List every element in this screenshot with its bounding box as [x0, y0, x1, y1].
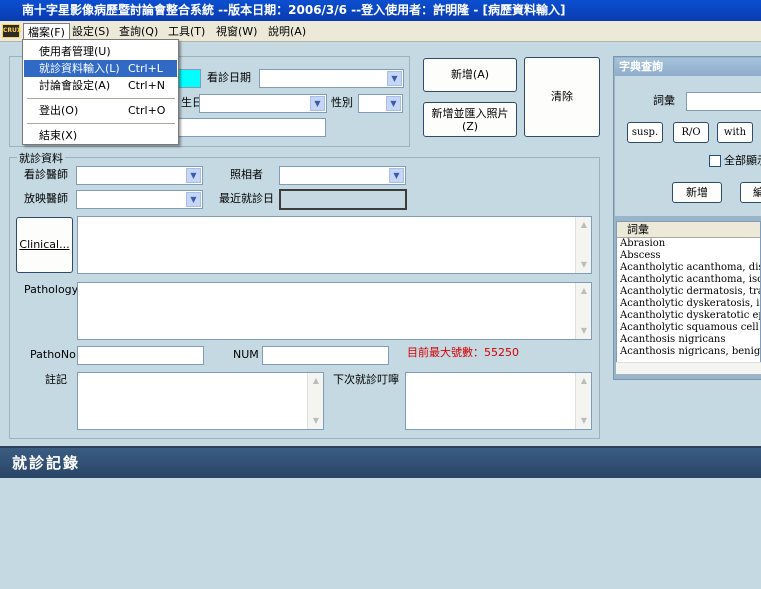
scroll-up-icon[interactable]: ▲ [309, 374, 323, 388]
menu-settings[interactable]: 設定(S) [68, 23, 114, 40]
gender-combo[interactable]: ▼ [358, 94, 403, 113]
visit-date-combo[interactable]: ▼ [259, 69, 404, 88]
list-item[interactable]: Acantholytic dyskeratosis, incidental [617, 298, 760, 310]
pathology-label: Pathology [24, 283, 79, 296]
doctor-combo[interactable]: ▼ [76, 166, 203, 185]
menu-item-conference-settings[interactable]: 討論會設定(A) Ctrl+N [24, 77, 177, 94]
scroll-down-icon[interactable]: ▼ [577, 324, 591, 338]
file-menu-dropdown: 使用者管理(U) 就診資料輸入(L) Ctrl+L 討論會設定(A) Ctrl+… [22, 39, 179, 145]
dictionary-vocab-label: 詞彙 [653, 94, 675, 107]
menu-item-label: 討論會設定(A) [39, 79, 111, 92]
photographer-combo[interactable]: ▼ [279, 166, 406, 185]
chevron-down-icon[interactable]: ▼ [186, 192, 201, 207]
window-title: 南十字星影像病歷暨討論會整合系統 --版本日期：2006/3/6 --登入使用者… [0, 0, 761, 21]
menu-file[interactable]: 檔案(F) [23, 23, 70, 40]
menu-help[interactable]: 說明(A) [264, 23, 310, 40]
next-visit-textarea[interactable]: ▲ ▼ [405, 372, 592, 430]
list-item[interactable]: Acanthosis nigricans [617, 334, 760, 346]
list-item[interactable]: Acantholytic acanthoma, disseminated [617, 262, 760, 274]
menu-item-shortcut: Ctrl+L [128, 62, 163, 75]
visit-date-label: 看診日期 [207, 71, 251, 84]
birthdate-combo[interactable]: ▼ [199, 94, 327, 113]
with-button[interactable]: with [717, 122, 753, 143]
dictionary-term-list[interactable]: 詞彙 Abrasion Abscess Acantholytic acantho… [616, 221, 761, 370]
horizontal-scrollbar[interactable] [616, 362, 761, 374]
menu-query[interactable]: 查詢(Q) [115, 23, 162, 40]
gender-label: 性別 [331, 96, 353, 109]
menu-item-shortcut: Ctrl+O [128, 104, 166, 117]
scroll-up-icon[interactable]: ▲ [577, 284, 591, 298]
scroll-down-icon[interactable]: ▼ [577, 414, 591, 428]
recent-visit-label: 最近就診日 [219, 192, 274, 205]
show-all-checkbox[interactable] [709, 155, 721, 167]
menu-window[interactable]: 視窗(W) [212, 23, 261, 40]
menu-item-label: 使用者管理(U) [39, 45, 111, 58]
list-item[interactable]: Acantholytic dermatosis, transient [617, 286, 760, 298]
ro-button[interactable]: R/O [673, 122, 709, 143]
list-item[interactable]: Acanthosis nigricans, benign inherited [617, 346, 760, 358]
menu-tools[interactable]: 工具(T) [164, 23, 209, 40]
pathno-label: PathoNo [30, 348, 76, 361]
recent-visit-field [279, 189, 407, 210]
clinical-textarea[interactable]: ▲ ▼ [77, 216, 592, 274]
clear-button[interactable]: 清除 [524, 57, 600, 137]
susp-button[interactable]: susp. [627, 122, 663, 143]
scroll-up-icon[interactable]: ▲ [577, 218, 591, 232]
doctor-label: 看診醫師 [24, 168, 68, 181]
scrollbar[interactable]: ▲ ▼ [575, 373, 591, 429]
chevron-down-icon[interactable]: ▼ [389, 168, 404, 183]
menu-item-user-management[interactable]: 使用者管理(U) [24, 43, 177, 60]
show-all-label: 全部顯示 [724, 154, 761, 167]
add-import-photos-shortcut: (Z) [461, 120, 479, 133]
menu-item-label: 就診資料輸入(L) [39, 62, 120, 75]
radiologist-label: 放映醫師 [24, 192, 68, 205]
pathno-field[interactable] [77, 346, 204, 365]
list-header[interactable]: 詞彙 [617, 222, 760, 238]
max-number-text: 目前最大號數：55250 [407, 346, 519, 359]
menu-separator [27, 123, 175, 124]
note-textarea[interactable]: ▲ ▼ [77, 372, 324, 430]
pathology-textarea[interactable]: ▲ ▼ [77, 282, 592, 340]
menu-item-label: 結束(X) [39, 129, 78, 142]
dictionary-title[interactable]: 字典查詢 [615, 58, 761, 76]
chevron-down-icon[interactable]: ▼ [386, 96, 401, 111]
num-label: NUM [233, 348, 259, 361]
note-label: 註記 [45, 373, 67, 386]
add-import-photos-label: 新增並匯入照片 [431, 107, 509, 120]
chevron-down-icon[interactable]: ▼ [186, 168, 201, 183]
menu-item-visit-data-entry[interactable]: 就診資料輸入(L) Ctrl+L [24, 60, 177, 77]
menu-item-label: 登出(O) [39, 104, 79, 117]
records-title: 就診記錄 [0, 448, 761, 478]
list-item[interactable]: Abrasion [617, 238, 760, 250]
dictionary-add-button[interactable]: 新增 [672, 182, 722, 203]
menu-separator [27, 98, 175, 99]
menu-item-shortcut: Ctrl+N [128, 79, 166, 92]
menu-item-exit[interactable]: 結束(X) [24, 127, 177, 144]
dictionary-edit-button[interactable]: 編輯 [740, 182, 761, 203]
scrollbar[interactable]: ▲ ▼ [307, 373, 323, 429]
list-item[interactable]: Abscess [617, 250, 760, 262]
next-visit-label: 下次就診叮嚀 [333, 373, 399, 386]
scroll-down-icon[interactable]: ▼ [577, 258, 591, 272]
list-item[interactable]: Acantholytic acanthoma, isolated [617, 274, 760, 286]
photographer-label: 照相者 [230, 168, 263, 181]
clinical-button[interactable]: Clinical... [16, 217, 73, 273]
scrollbar[interactable]: ▲ ▼ [575, 217, 591, 273]
add-button[interactable]: 新增(A) [423, 58, 517, 92]
num-field[interactable] [262, 346, 389, 365]
scrollbar[interactable]: ▲ ▼ [575, 283, 591, 339]
address-field[interactable] [162, 118, 326, 137]
document-icon[interactable]: CRUX [2, 24, 22, 38]
scroll-down-icon[interactable]: ▼ [309, 414, 323, 428]
add-import-photos-button[interactable]: 新增並匯入照片 (Z) [423, 102, 517, 137]
chevron-down-icon[interactable]: ▼ [387, 71, 402, 86]
scroll-up-icon[interactable]: ▲ [577, 374, 591, 388]
menu-item-logout[interactable]: 登出(O) Ctrl+O [24, 102, 177, 119]
radiologist-combo[interactable]: ▼ [76, 190, 203, 209]
visit-section-title: 就診資料 [17, 150, 65, 166]
list-item[interactable]: Acantholytic dyskeratotic epidermal nevu… [617, 310, 760, 322]
dictionary-vocab-field[interactable] [686, 92, 761, 111]
chevron-down-icon[interactable]: ▼ [310, 96, 325, 111]
list-item[interactable]: Acantholytic squamous cell carcinoma [617, 322, 760, 334]
